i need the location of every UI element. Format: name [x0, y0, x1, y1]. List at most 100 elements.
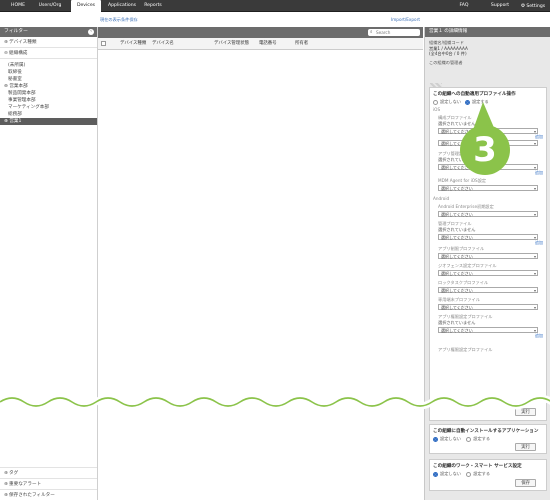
app-radio-not-set-label: 設定しない	[440, 436, 461, 441]
work-smart-radios: 設定しない 設定する	[430, 470, 546, 477]
android-app-permission-select[interactable]: 選択してください ▾	[438, 327, 538, 333]
chevron-down-icon: ▾	[533, 254, 536, 259]
auto-install-radios: 設定しない 設定する	[430, 435, 546, 442]
tree-item-sales-hq-label: 営業本部	[9, 84, 28, 89]
nav-settings[interactable]: ⚙Settings	[518, 0, 548, 12]
android-dedicated-select[interactable]: 選択してください ▾	[438, 304, 538, 310]
details-panel-title: 営業１ の詳細情報	[425, 27, 550, 37]
work-smart-box: この組織のワーク・スマート サービス設定 設定しない 設定する 保存	[429, 459, 547, 491]
ios-mdm-agent-select[interactable]: 選択してください ▾	[438, 185, 538, 191]
work-radio-not-set[interactable]	[433, 471, 438, 477]
android-app-permission-add[interactable]: 追加	[430, 333, 546, 338]
nav-reports[interactable]: Reports	[142, 0, 164, 12]
app-radio-set[interactable]	[466, 436, 472, 442]
work-radio-set[interactable]	[466, 471, 472, 477]
android-app-permission-status: 選択されていません	[438, 320, 476, 325]
filter-sidebar: フィルター ‹ ⊕デバイス種類 ⊖組織構成 (未所属) 取締役 秘書室 ⊖ 営業…	[0, 27, 98, 500]
filter-tags[interactable]: ⊕タグ	[0, 467, 97, 478]
app-radio-set-label: 設定する	[473, 436, 491, 441]
sidebar-header: フィルター ‹	[0, 27, 97, 37]
work-smart-title: この組織のワーク・スマート サービス設定	[433, 464, 522, 469]
android-app-restrict-select-value: 選択してください	[441, 254, 473, 259]
search-icon: ⌕	[370, 30, 373, 35]
android-locktask-select-value: 選択してください	[441, 288, 473, 293]
table-header: デバイス種類 デバイス名 デバイス管理状態 電話番号 所有者	[98, 38, 423, 50]
work-radio-set-label: 設定する	[473, 471, 491, 476]
org-info-label: 組織名/組織コード	[429, 40, 464, 45]
android-locktask-label: ロックタスクプロファイル	[438, 280, 489, 285]
filter-saved-label: 保存されたフィルター	[9, 493, 55, 498]
android-mgmt-profile-select-value: 選択してください	[441, 235, 473, 240]
save-view-link[interactable]: 現在の表示条件保存	[100, 17, 138, 23]
tree-item-sales-1[interactable]: ⊕ 営業1	[0, 118, 97, 125]
device-list-area: 現在の表示条件保存 Import/Export ⌕ Search デバイス種類 …	[98, 12, 423, 500]
sidebar-title: フィルター	[4, 29, 28, 34]
sidebar-bottom: ⊕タグ ⊕重要なアラート ⊕保存されたフィルター	[0, 467, 97, 500]
nav-faq[interactable]: FAQ	[457, 0, 471, 12]
nav-users-org[interactable]: Users/Org	[33, 0, 67, 12]
org-device-count: (全4台中0台 / 0 件)	[429, 51, 467, 56]
chevron-down-icon: ▾	[533, 305, 536, 310]
filter-org-structure-label: 組織構成	[9, 51, 28, 56]
android-geofence-label: ジオフェンス設定プロファイル	[438, 263, 497, 268]
android-locktask-select[interactable]: 選択してください ▾	[438, 287, 538, 293]
filter-org-structure[interactable]: ⊖組織構成	[0, 48, 97, 59]
android-geofence-select-value: 選択してください	[441, 271, 473, 276]
nav-settings-label: Settings	[526, 4, 546, 9]
chevron-down-icon: ▾	[533, 235, 536, 240]
nav-home[interactable]: HOME	[6, 0, 30, 12]
android-enterprise-select-value: 選択してください	[441, 212, 473, 217]
select-all-checkbox[interactable]	[101, 41, 106, 46]
android-app-permission-select-value: 選択してください	[441, 328, 473, 333]
app-radio-not-set[interactable]	[433, 436, 438, 442]
nav-support[interactable]: Support	[488, 0, 512, 12]
filter-critical-alerts[interactable]: ⊕重要なアラート	[0, 478, 97, 489]
minus-icon[interactable]: ⊖	[4, 84, 8, 89]
tree-item-business-mgmt[interactable]: 事業管理本部	[0, 97, 97, 104]
list-toolbar: ⌕ Search	[98, 27, 423, 38]
android-mgmt-profile-select[interactable]: 選択してください ▾	[438, 234, 538, 240]
filter-device-type-label: デバイス種類	[9, 40, 37, 45]
chevron-down-icon: ▾	[533, 212, 536, 217]
org-admin-label: この組織の管理者	[429, 59, 463, 65]
col-phone-number[interactable]: 電話番号	[259, 38, 277, 50]
tree-item-sales-hq[interactable]: ⊖ 営業本部	[0, 83, 97, 90]
tree-item-unassigned[interactable]: (未所属)	[0, 62, 97, 69]
android-geofence-select[interactable]: 選択してください ▾	[438, 270, 538, 276]
page-break-wave	[0, 394, 550, 410]
tree-item-general-affairs[interactable]: 総務部	[0, 111, 97, 118]
tree-item-product-dev[interactable]: 製品開発本部	[0, 90, 97, 97]
col-owner[interactable]: 所有者	[295, 38, 308, 50]
android-dedicated-select-value: 選択してください	[441, 305, 473, 310]
work-save-button[interactable]: 保存	[515, 479, 536, 487]
tree-item-secretary[interactable]: 秘書室	[0, 76, 97, 83]
filter-device-type[interactable]: ⊕デバイス種類	[0, 37, 97, 48]
step-number-badge: 3	[460, 125, 510, 175]
tree-item-marketing[interactable]: マーケティング本部	[0, 104, 97, 111]
search-input[interactable]: ⌕ Search	[368, 29, 420, 36]
android-enterprise-select[interactable]: 選択してください ▾	[438, 211, 538, 217]
nav-applications[interactable]: Applications	[104, 0, 140, 12]
chevron-down-icon: ▾	[533, 186, 536, 191]
android-enterprise-label: Android Enterprise初期設定	[438, 204, 494, 209]
plus-icon[interactable]: ⊕	[4, 119, 8, 124]
app-execute-button[interactable]: 実行	[515, 443, 536, 451]
work-radio-not-set-label: 設定しない	[440, 471, 461, 476]
col-device-name[interactable]: デバイス名	[152, 38, 174, 50]
col-device-status[interactable]: デバイス管理状態	[214, 38, 249, 50]
import-export-link[interactable]: Import/Export	[391, 17, 420, 22]
nav-devices[interactable]: Devices	[71, 0, 101, 12]
filter-saved[interactable]: ⊕保存されたフィルター	[0, 489, 97, 500]
radio-not-set[interactable]	[433, 99, 438, 105]
chevron-down-icon: ▾	[533, 271, 536, 276]
gear-icon: ⚙	[520, 3, 526, 9]
main-top-bar: 現在の表示条件保存 Import/Export	[98, 12, 423, 27]
tree-item-directors[interactable]: 取締役	[0, 69, 97, 76]
collapse-sidebar-icon[interactable]: ‹	[88, 29, 94, 35]
col-device-type[interactable]: デバイス種類	[120, 38, 146, 50]
android-dedicated-label: 専用端末プロファイル	[438, 297, 480, 302]
android-app-restrict-select[interactable]: 選択してください ▾	[438, 253, 538, 259]
tree-item-sales-1-label: 営業1	[9, 119, 22, 124]
filter-critical-alerts-label: 重要なアラート	[9, 482, 42, 487]
chevron-down-icon: ▾	[533, 288, 536, 293]
